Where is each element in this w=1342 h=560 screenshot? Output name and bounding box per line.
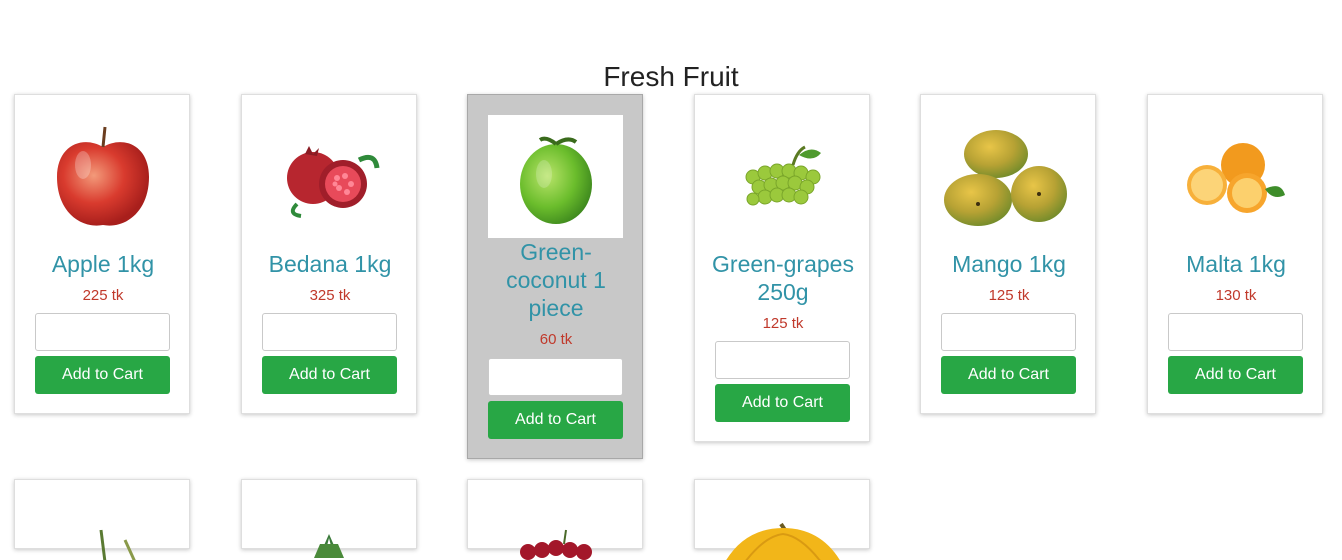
quantity-input[interactable] xyxy=(35,313,170,351)
product-price: 125 tk xyxy=(988,287,1030,304)
add-to-cart-button[interactable]: Add to Cart xyxy=(262,356,397,394)
product-card-malta: Malta 1kg 130 tk Add to Cart xyxy=(1147,94,1323,414)
product-card-banana xyxy=(694,479,870,560)
product-image[interactable] xyxy=(262,500,397,560)
product-image[interactable] xyxy=(262,115,397,238)
product-price: 60 tk xyxy=(539,331,573,348)
product-image[interactable] xyxy=(35,115,170,238)
quantity-input[interactable] xyxy=(941,313,1076,351)
product-price: 225 tk xyxy=(82,287,124,304)
product-image[interactable] xyxy=(35,500,170,560)
product-name[interactable]: Green-coconut 1 piece xyxy=(480,238,632,322)
orange-icon xyxy=(1186,142,1285,213)
mango-icon xyxy=(943,129,1067,226)
product-image[interactable] xyxy=(715,500,850,560)
add-to-cart-button[interactable]: Add to Cart xyxy=(488,401,623,439)
product-card-green-coconut: Green-coconut 1 piece 60 tk Add to Cart xyxy=(467,94,643,459)
product-image[interactable] xyxy=(488,115,623,238)
sugarcane-icon xyxy=(99,529,136,560)
page-title: Fresh Fruit xyxy=(603,60,739,92)
product-card-mango: Mango 1kg 125 tk Add to Cart xyxy=(920,94,1096,414)
product-name[interactable]: Bedana 1kg xyxy=(254,250,406,278)
banana-icon xyxy=(726,522,840,560)
cherry-icon xyxy=(520,529,592,560)
product-card-pineapple xyxy=(241,479,417,558)
product-card-apple: Apple 1kg 225 tk Add to Cart xyxy=(14,94,190,414)
product-name[interactable]: Malta 1kg xyxy=(1160,250,1312,278)
coconut-icon xyxy=(519,136,592,224)
pomegranate-icon xyxy=(286,145,379,218)
quantity-input[interactable] xyxy=(1168,313,1303,351)
product-image[interactable] xyxy=(488,500,623,560)
product-image[interactable] xyxy=(941,115,1076,238)
quantity-input[interactable] xyxy=(262,313,397,351)
add-to-cart-button[interactable]: Add to Cart xyxy=(941,356,1076,394)
product-name[interactable]: Apple 1kg xyxy=(27,250,179,278)
quantity-input[interactable] xyxy=(715,341,850,379)
product-image[interactable] xyxy=(715,115,850,238)
product-name[interactable]: Mango 1kg xyxy=(933,250,1085,278)
pineapple-icon xyxy=(314,534,344,558)
product-card-bedana: Bedana 1kg 325 tk Add to Cart xyxy=(241,94,417,414)
add-to-cart-button[interactable]: Add to Cart xyxy=(715,384,850,422)
product-price: 325 tk xyxy=(309,287,351,304)
product-card-sugarcane xyxy=(14,479,190,560)
product-name[interactable]: Green-grapes 250g xyxy=(707,250,859,306)
product-price: 125 tk xyxy=(762,315,804,332)
apple-icon xyxy=(56,126,149,226)
quantity-input[interactable] xyxy=(488,358,623,396)
grapes-icon xyxy=(745,145,821,205)
add-to-cart-button[interactable]: Add to Cart xyxy=(1168,356,1303,394)
add-to-cart-button[interactable]: Add to Cart xyxy=(35,356,170,394)
product-card-green-grapes: Green-grapes 250g 125 tk Add to Cart xyxy=(694,94,870,442)
product-card-cherry xyxy=(467,479,643,560)
product-image[interactable] xyxy=(1168,115,1303,238)
product-price: 130 tk xyxy=(1215,287,1257,304)
